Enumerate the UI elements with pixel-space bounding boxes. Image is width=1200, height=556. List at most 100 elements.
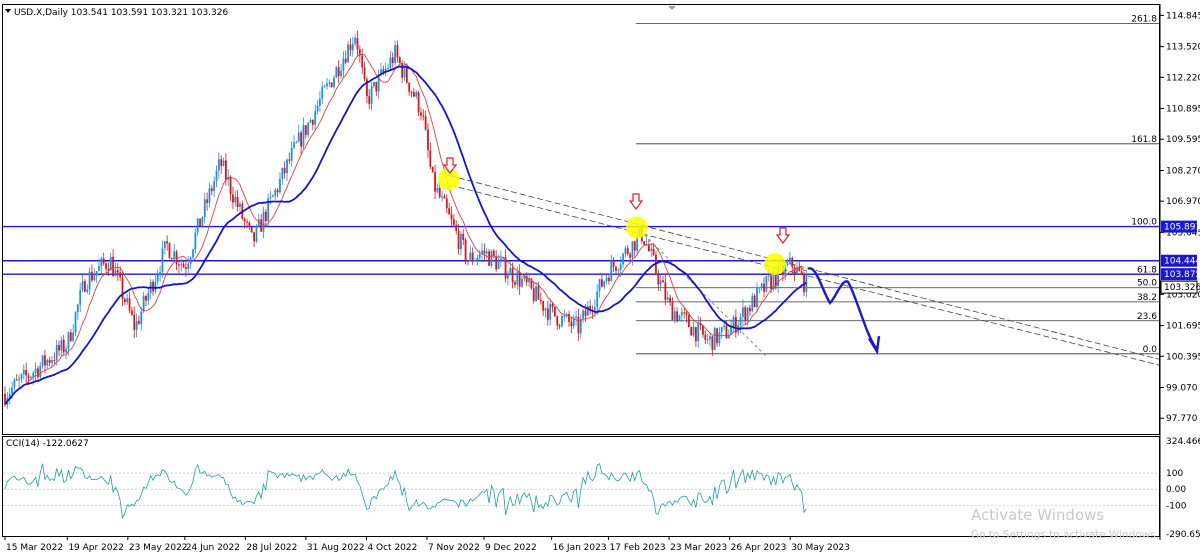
- candle-body: [246, 221, 248, 223]
- candle-body: [260, 219, 263, 232]
- candle-body: [58, 345, 60, 351]
- candle-body: [18, 378, 20, 381]
- candle-body: [532, 288, 535, 301]
- fib-level-label: 161.8: [1131, 135, 1157, 145]
- candle-body: [276, 189, 279, 193]
- candle-body: [225, 160, 227, 180]
- price-marker-label: 105.891: [1164, 223, 1200, 233]
- candle-body: [363, 67, 366, 80]
- price-marker-label: 104.444: [1164, 257, 1200, 267]
- time-tick-label: 16 Jan 2023: [553, 543, 607, 553]
- candle-body: [330, 82, 333, 88]
- time-tick-label: 23 May 2022: [129, 543, 188, 553]
- candle-body: [373, 81, 375, 87]
- candle-body: [485, 251, 488, 254]
- candle-body: [615, 266, 617, 271]
- time-tick-label: 4 Oct 2022: [367, 543, 417, 553]
- candle-body: [185, 267, 187, 269]
- candle-body: [138, 320, 140, 324]
- candle-body: [474, 260, 476, 262]
- candle-body: [718, 332, 721, 344]
- candle-body: [417, 92, 420, 113]
- candle-body: [711, 336, 714, 351]
- candle-body: [408, 82, 411, 92]
- candle-body: [499, 258, 502, 261]
- candle-body: [116, 270, 119, 273]
- candle-body: [709, 336, 711, 340]
- candle-body: [102, 258, 105, 264]
- candle-body: [286, 159, 288, 174]
- candle-body: [509, 267, 512, 276]
- candle-body: [311, 119, 314, 125]
- candle-body: [342, 58, 345, 71]
- candle-body: [657, 272, 660, 285]
- candle-body: [67, 332, 70, 349]
- candle-body: [648, 244, 650, 251]
- price-tick-label: 97.770: [1166, 414, 1198, 424]
- candle-body: [448, 208, 451, 215]
- candle-body: [467, 260, 469, 262]
- price-tick-label: 101.695: [1166, 322, 1200, 332]
- candle-body: [476, 258, 479, 261]
- cci-tick-label: -100: [1166, 501, 1187, 511]
- candle-body: [760, 283, 763, 288]
- candle-body: [321, 87, 324, 100]
- price-tick-label: 100.395: [1166, 352, 1200, 362]
- time-tick-label: 7 Nov 2022: [428, 543, 480, 553]
- candle-body: [742, 307, 744, 317]
- candle-body: [422, 115, 425, 117]
- candle-body: [178, 264, 180, 266]
- candle-body: [617, 269, 620, 271]
- candle-body: [51, 360, 53, 363]
- candle-body: [561, 315, 563, 326]
- candle-body: [612, 261, 615, 267]
- candle-body: [302, 125, 305, 147]
- candle-body: [525, 275, 528, 283]
- forex-chart[interactable]: USD.X,Daily 103.541 103.591 103.321 103.…: [0, 0, 1200, 556]
- candle-body: [469, 252, 472, 261]
- candle-body: [290, 147, 293, 161]
- candle-body: [105, 263, 107, 269]
- candle-body: [507, 275, 509, 279]
- candle-body: [746, 307, 749, 321]
- candle-body: [403, 66, 406, 78]
- candle-body: [314, 111, 317, 125]
- candle-body: [495, 256, 498, 270]
- candle-body: [147, 292, 150, 301]
- candle-body: [274, 189, 277, 196]
- candle-body: [429, 150, 432, 167]
- fib-level-label: 261.8: [1131, 15, 1157, 25]
- cci-tick-label: 100: [1166, 469, 1183, 479]
- price-tick-label: 114.845: [1166, 11, 1200, 21]
- candle-body: [91, 271, 93, 281]
- time-tick-label: 9 Dec 2022: [485, 543, 537, 553]
- candle-body: [123, 298, 126, 303]
- candle-body: [112, 256, 114, 277]
- candle-body: [789, 257, 791, 264]
- candle-body: [20, 374, 23, 379]
- candle-body: [704, 334, 707, 340]
- candle-body: [180, 263, 183, 265]
- candle-body: [483, 250, 486, 254]
- candle-body: [549, 303, 552, 320]
- candle-body: [471, 252, 474, 262]
- candle-body: [234, 197, 237, 203]
- candle-body: [142, 296, 145, 312]
- candle-body: [232, 194, 234, 203]
- candle-body: [391, 57, 394, 63]
- candle-body: [441, 196, 443, 198]
- candle-body: [210, 188, 213, 192]
- candle-body: [152, 281, 154, 292]
- candle-body: [415, 92, 418, 97]
- price-tick-label: 99.070: [1166, 384, 1198, 394]
- candle-body: [546, 308, 549, 320]
- candle-body: [100, 258, 103, 266]
- candle-body: [93, 275, 96, 281]
- fib-level-label: 0.0: [1143, 345, 1158, 355]
- price-pane-frame: [2, 4, 1160, 435]
- candle-body: [624, 248, 627, 254]
- cci-info: CCI(14) -122.0627: [6, 439, 89, 449]
- candle-body: [666, 297, 669, 300]
- candle-body: [194, 232, 197, 250]
- candle-body: [702, 325, 704, 335]
